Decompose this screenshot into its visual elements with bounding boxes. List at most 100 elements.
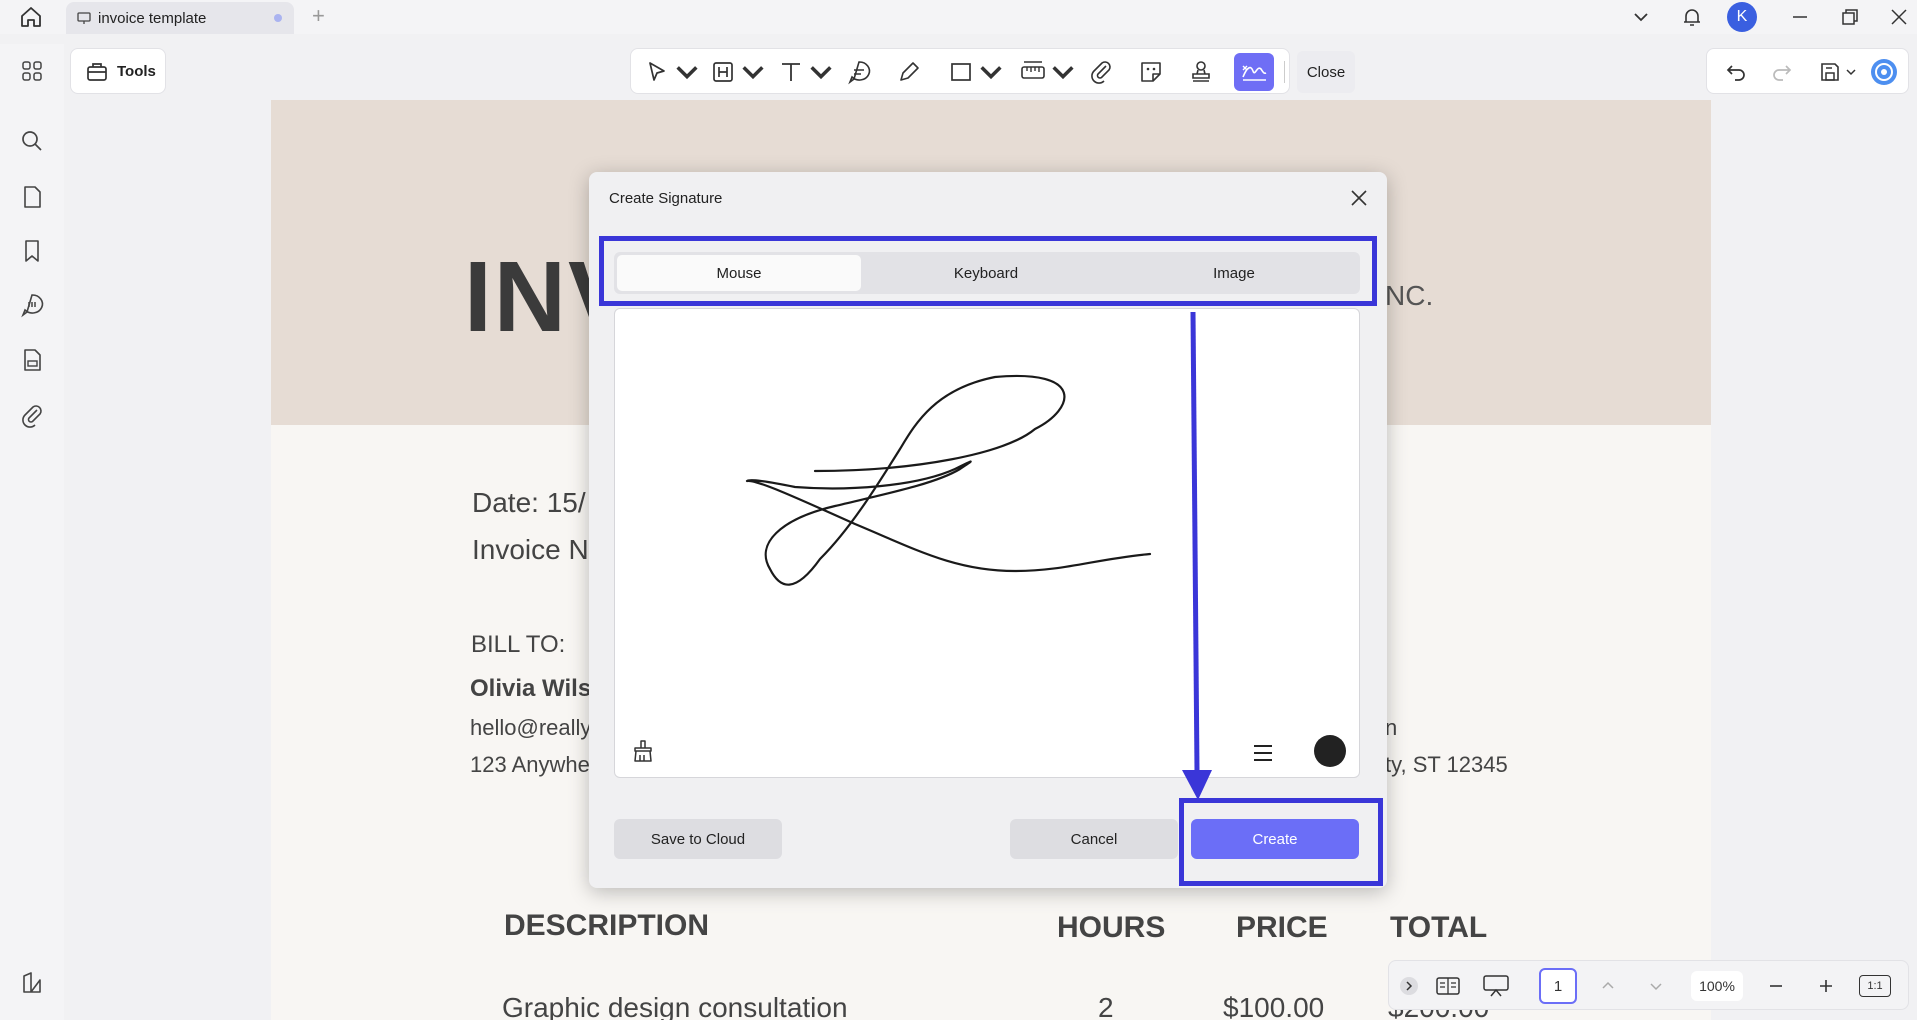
total-header: TOTAL (1390, 911, 1488, 944)
close-icon[interactable] (1347, 186, 1371, 210)
present-button[interactable] (1481, 971, 1511, 1001)
row-price: $100.00 (1223, 992, 1325, 1020)
measure-tool[interactable] (1019, 57, 1077, 87)
company-name: NC. (1385, 280, 1434, 311)
chevron-down-icon (1052, 66, 1074, 80)
signature-stroke (745, 374, 1152, 586)
stroke-width-icon[interactable] (1251, 741, 1275, 765)
invoice-number: Invoice N (472, 534, 589, 565)
dialog-title: Create Signature (609, 190, 723, 207)
unsaved-indicator (274, 14, 282, 22)
page-navigation-bar: 1 100% 1:1 (1388, 960, 1909, 1010)
signature-drawing-canvas[interactable] (614, 308, 1360, 778)
comment-icon[interactable] (19, 292, 45, 318)
bill-to-label: BILL TO: (471, 631, 566, 658)
zoom-in-button[interactable] (1813, 971, 1839, 1001)
price-header: PRICE (1236, 911, 1328, 944)
tools-label: Tools (117, 62, 156, 80)
apps-icon[interactable] (19, 58, 45, 84)
chevron-down-icon (980, 66, 1002, 80)
close-toolbar-button[interactable]: Close (1297, 51, 1355, 93)
theme-icon[interactable] (19, 970, 45, 996)
clear-brush-icon[interactable] (629, 737, 657, 765)
presentation-icon (1483, 975, 1509, 997)
ai-assistant-icon[interactable] (1869, 57, 1899, 87)
next-page-button[interactable] (1643, 971, 1669, 1001)
history-toolbar (1706, 48, 1909, 94)
comment-tool[interactable] (845, 57, 873, 87)
chevron-up-icon (1602, 981, 1614, 989)
chevron-down-icon[interactable] (1845, 66, 1857, 78)
client-name: Olivia Wils (470, 675, 592, 702)
bell-icon[interactable] (1679, 4, 1705, 30)
expand-button[interactable] (1397, 971, 1421, 1001)
text-icon (782, 63, 800, 81)
signature-tool[interactable] (1234, 53, 1274, 91)
attachment-icon[interactable] (19, 402, 45, 428)
page-layout-button[interactable] (1433, 971, 1463, 1001)
avatar[interactable]: K (1727, 2, 1757, 32)
sender-address: ty, ST 12345 (1385, 752, 1508, 777)
home-icon[interactable] (18, 4, 44, 30)
row-description: Graphic design consultation (502, 992, 848, 1020)
sticker-tool[interactable] (1137, 57, 1165, 87)
pencil-icon (900, 62, 919, 81)
actual-size-button[interactable]: 1:1 (1859, 975, 1891, 997)
redo-icon[interactable] (1769, 59, 1795, 85)
chevron-down-icon (1650, 983, 1662, 991)
toolbar-divider (1284, 61, 1285, 83)
ruler-icon (1021, 61, 1045, 79)
minimize-icon[interactable] (1787, 4, 1813, 30)
select-tool[interactable] (643, 57, 701, 87)
form-icon[interactable] (19, 347, 45, 373)
tabs-highlight-box (599, 236, 1377, 306)
save-icon[interactable] (1817, 59, 1843, 85)
previous-page-button[interactable] (1595, 971, 1621, 1001)
chevron-down-icon (676, 66, 698, 80)
plus-icon (1820, 980, 1832, 992)
stamp-tool[interactable] (1187, 57, 1215, 87)
sticker-icon (1141, 62, 1161, 82)
create-signature-dialog: Create Signature Mouse Keyboard Image Sa… (589, 172, 1387, 888)
description-header: DESCRIPTION (504, 909, 710, 942)
pencil-tool[interactable] (895, 57, 923, 87)
zoom-out-button[interactable] (1763, 971, 1789, 1001)
document-icon (77, 12, 91, 24)
stamp-icon (1192, 61, 1210, 82)
bookmark-icon[interactable] (19, 238, 45, 264)
toolbox-icon (87, 63, 107, 81)
restore-icon[interactable] (1837, 4, 1863, 30)
book-icon (1436, 977, 1460, 995)
chevron-right-icon (1400, 977, 1418, 995)
signature-icon (1242, 65, 1267, 81)
cursor-icon (649, 62, 665, 81)
highlight-icon (713, 62, 733, 82)
page-icon[interactable] (19, 184, 45, 210)
save-to-cloud-button[interactable]: Save to Cloud (614, 819, 782, 859)
text-tool[interactable] (777, 57, 835, 87)
undo-icon[interactable] (1723, 59, 1749, 85)
close-window-icon[interactable] (1886, 4, 1912, 30)
minus-icon (1770, 985, 1782, 987)
tools-button[interactable]: Tools (70, 48, 166, 94)
zoom-level[interactable]: 100% (1691, 971, 1743, 1001)
hours-header: HOURS (1057, 911, 1166, 944)
shape-tool[interactable] (947, 57, 1005, 87)
create-highlight-box (1179, 798, 1383, 886)
rectangle-icon (951, 63, 971, 81)
cancel-button[interactable]: Cancel (1010, 819, 1178, 859)
highlight-tool[interactable] (709, 57, 767, 87)
chevron-down-icon[interactable] (1628, 4, 1654, 30)
attachment-icon (1091, 61, 1111, 84)
left-sidebar (0, 44, 64, 1020)
row-hours: 2 (1098, 992, 1114, 1020)
pen-color-picker[interactable] (1314, 735, 1346, 767)
new-tab-button[interactable]: + (312, 5, 325, 27)
document-tab[interactable]: invoice template (66, 2, 294, 34)
attach-tool[interactable] (1087, 57, 1115, 87)
invoice-date: Date: 15/ (472, 487, 586, 518)
search-icon[interactable] (19, 128, 45, 154)
page-number-input[interactable]: 1 (1539, 968, 1577, 1004)
tab-title: invoice template (98, 9, 207, 27)
comment-icon (848, 61, 871, 85)
